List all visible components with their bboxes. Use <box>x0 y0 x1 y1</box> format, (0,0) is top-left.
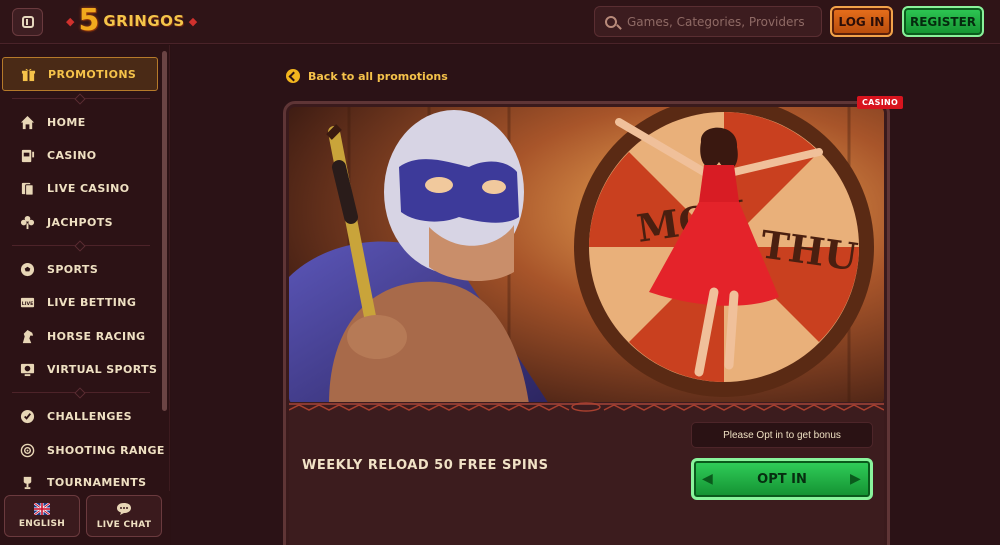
promotion-details: WEEKLY RELOAD 50 FREE SPINS Please Opt i… <box>289 412 884 545</box>
gift-icon <box>21 68 36 81</box>
uk-flag-icon <box>34 503 50 515</box>
chevron-left-icon: ◀ <box>702 471 713 487</box>
soccer-ball-icon <box>20 262 35 276</box>
back-arrow-icon <box>286 69 300 83</box>
logo-ornament-right-icon: ◆ <box>188 14 198 28</box>
logo-ornament-left-icon: ◆ <box>66 14 75 28</box>
target-icon <box>20 443 35 457</box>
site-logo[interactable]: ◆ 5 GRINGOS ◆ <box>66 6 197 36</box>
sidebar-item-live-betting[interactable]: LIVE LIVE BETTING <box>20 292 136 312</box>
category-badge: CASINO <box>857 96 904 109</box>
sidebar-scrollbar[interactable] <box>162 51 167 411</box>
sidebar-item-label: TOURNAMENTS <box>47 475 147 489</box>
sidebar-item-label: SHOOTING RANGE <box>47 443 165 457</box>
sidebar-divider <box>12 98 150 99</box>
sidebar-item-virtual-sports[interactable]: VIRTUAL SPORTS <box>20 359 157 379</box>
promotion-banner-image: MON THU <box>289 107 884 404</box>
live-chat-label: LIVE CHAT <box>96 520 152 530</box>
sidebar-item-casino[interactable]: CASINO <box>20 145 97 165</box>
register-button[interactable]: REGISTER <box>902 6 984 37</box>
promotion-title: WEEKLY RELOAD 50 FREE SPINS <box>302 458 549 473</box>
logo-text: GRINGOS <box>103 12 185 30</box>
clover-icon <box>20 215 35 229</box>
sidebar-item-label: JACHPOTS <box>47 215 113 229</box>
opt-in-button[interactable]: ◀ OPT IN ▶ <box>691 458 873 500</box>
sidebar-toggle-button[interactable] <box>12 8 43 36</box>
slot-machine-icon <box>21 149 35 162</box>
sidebar-item-label: HORSE RACING <box>47 329 146 343</box>
sidebar-item-shooting-range[interactable]: SHOOTING RANGE <box>20 440 165 460</box>
main-content: Back to all promotions THU WEEKLY RELOAD… <box>171 45 1000 545</box>
sidebar-item-live-casino[interactable]: LIVE CASINO <box>20 178 130 198</box>
language-label: ENGLISH <box>18 519 66 529</box>
sidebar: PROMOTIONS HOME CASINO LIVE CASINO JACHP… <box>0 45 170 545</box>
sidebar-item-label: LIVE CASINO <box>47 181 130 195</box>
sidebar-item-label: SPORTS <box>47 262 99 276</box>
banner-trim-ornament <box>289 402 884 412</box>
sidebar-item-label: HOME <box>47 115 86 129</box>
sidebar-item-tournaments[interactable]: TOURNAMENTS <box>20 472 146 492</box>
trophy-icon <box>23 476 32 489</box>
sidebar-item-challenges[interactable]: CHALLENGES <box>20 406 132 426</box>
cards-icon <box>21 182 34 196</box>
sidebar-item-label: CASINO <box>47 148 97 162</box>
search-icon <box>605 15 617 28</box>
search-input[interactable] <box>627 14 817 29</box>
sidebar-item-promotions[interactable]: PROMOTIONS <box>2 57 158 91</box>
sidebar-item-home[interactable]: HOME <box>20 112 86 132</box>
top-header: ◆ 5 GRINGOS ◆ LOG IN REGISTER <box>0 0 1000 44</box>
opt-in-label: OPT IN <box>757 471 807 487</box>
sidebar-item-label: LIVE BETTING <box>47 295 137 309</box>
back-to-promotions-link[interactable]: Back to all promotions <box>286 69 448 83</box>
home-icon <box>20 115 35 129</box>
sidebar-divider <box>12 392 150 393</box>
sidebar-item-horse-racing[interactable]: HORSE RACING <box>20 326 145 346</box>
login-button[interactable]: LOG IN <box>830 6 893 37</box>
sidebar-item-label: PROMOTIONS <box>48 67 137 81</box>
language-button[interactable]: ENGLISH <box>4 495 80 537</box>
promotion-card: MON THU <box>283 101 890 545</box>
search-box[interactable] <box>594 6 822 37</box>
optin-notice: Please Opt in to get bonus <box>691 422 873 448</box>
sidebar-item-sports[interactable]: SPORTS <box>20 259 98 279</box>
challenge-icon <box>20 409 35 423</box>
sidebar-item-label: CHALLENGES <box>47 409 132 423</box>
chevron-right-icon: ▶ <box>850 471 861 487</box>
chat-bubble-icon <box>117 503 131 515</box>
live-chat-button[interactable]: LIVE CHAT <box>86 495 162 537</box>
sidebar-divider <box>12 245 150 246</box>
svg-text:LIVE: LIVE <box>22 300 34 306</box>
virtual-sports-icon <box>20 363 35 376</box>
sidebar-bottom-bar: ENGLISH LIVE CHAT <box>0 491 170 545</box>
live-icon: LIVE <box>20 297 35 307</box>
sidebar-item-jackpots[interactable]: JACHPOTS <box>20 212 113 232</box>
back-link-label: Back to all promotions <box>308 69 448 83</box>
banner-illustration: MON THU <box>289 107 884 404</box>
logo-number: 5 <box>78 3 100 38</box>
horse-icon <box>22 329 34 343</box>
sidebar-toggle-icon <box>21 16 34 28</box>
sidebar-item-label: VIRTUAL SPORTS <box>47 362 158 376</box>
